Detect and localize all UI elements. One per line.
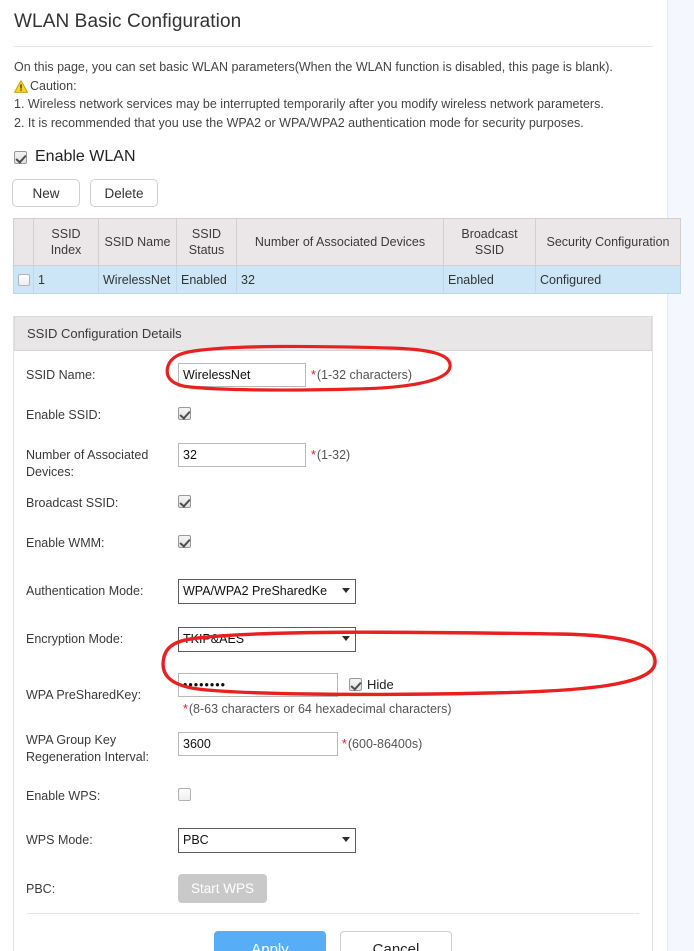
row-associated-devices: 32 bbox=[237, 266, 444, 294]
ssid-table-wrapper: SSID Index SSID Name SSID Status Number … bbox=[0, 207, 667, 294]
table-header-associated-devices: Number of Associated Devices bbox=[237, 219, 444, 266]
field-enable-wps: Enable WPS: bbox=[14, 784, 652, 814]
row-ssid-index: 1 bbox=[34, 266, 99, 294]
enable-ssid-label: Enable SSID: bbox=[26, 403, 178, 424]
enable-ssid-checkbox[interactable] bbox=[178, 407, 191, 420]
enable-wmm-label: Enable WMM: bbox=[26, 531, 178, 552]
associated-devices-required-mark: * bbox=[306, 448, 317, 462]
row-ssid-name: WirelessNet bbox=[99, 266, 177, 294]
associated-devices-label: Number of Associated Devices: bbox=[26, 443, 178, 481]
table-header-row: SSID Index SSID Name SSID Status Number … bbox=[14, 219, 681, 266]
enable-wmm-checkbox[interactable] bbox=[178, 535, 191, 548]
new-button[interactable]: New bbox=[12, 179, 80, 207]
row-select-checkbox[interactable] bbox=[18, 274, 30, 286]
page-title: WLAN Basic Configuration bbox=[0, 0, 667, 33]
details-section-title: SSID Configuration Details bbox=[14, 316, 652, 351]
ssid-name-hint-text: (1-32 characters) bbox=[317, 368, 412, 382]
field-enable-wmm: Enable WMM: bbox=[14, 531, 652, 561]
wpa-presharedkey-hint-text: (8-63 characters or 64 hexadecimal chara… bbox=[189, 702, 452, 716]
field-wps-mode: WPS Mode: PBC bbox=[14, 828, 652, 858]
intro-text-block: On this page, you can set basic WLAN par… bbox=[0, 47, 667, 132]
table-row[interactable]: 1 WirelessNet Enabled 32 Enabled Configu… bbox=[14, 266, 681, 294]
enable-wps-label: Enable WPS: bbox=[26, 784, 178, 805]
wpa-presharedkey-required-mark: * bbox=[178, 702, 189, 716]
row-ssid-status: Enabled bbox=[177, 266, 237, 294]
associated-devices-hint-text: (1-32) bbox=[317, 448, 350, 462]
caution-label: Caution: bbox=[30, 77, 77, 96]
wpa-group-key-input[interactable] bbox=[178, 732, 338, 756]
wpa-group-key-required-mark: * bbox=[338, 737, 348, 751]
row-broadcast-ssid: Enabled bbox=[444, 266, 536, 294]
table-header-ssid-index: SSID Index bbox=[34, 219, 99, 266]
ssid-name-input[interactable] bbox=[178, 363, 306, 387]
warning-triangle-icon bbox=[14, 80, 28, 93]
content-panel: WLAN Basic Configuration On this page, y… bbox=[0, 0, 668, 951]
ssid-name-hint: *(1-32 characters) bbox=[306, 363, 412, 384]
field-encryption-mode: Encryption Mode: TKIP&AES bbox=[14, 627, 652, 657]
delete-button[interactable]: Delete bbox=[90, 179, 158, 207]
associated-devices-hint: *(1-32) bbox=[306, 443, 350, 464]
encryption-mode-select[interactable]: TKIP&AES bbox=[178, 627, 356, 652]
wpa-group-key-hint: *(600-86400s) bbox=[338, 732, 422, 753]
row-security-configuration: Configured bbox=[536, 266, 681, 294]
pbc-label: PBC: bbox=[26, 874, 178, 898]
table-header-select bbox=[14, 219, 34, 266]
ssid-table: SSID Index SSID Name SSID Status Number … bbox=[13, 218, 681, 294]
action-buttons: Apply Cancel bbox=[14, 914, 652, 951]
apply-button[interactable]: Apply bbox=[214, 931, 326, 951]
wps-mode-select-wrapper[interactable]: PBC bbox=[178, 828, 356, 858]
hide-password-group[interactable]: Hide bbox=[338, 673, 394, 692]
wpa-presharedkey-hint: *(8-63 characters or 64 hexadecimal char… bbox=[178, 697, 452, 718]
wpa-group-key-hint-text: (600-86400s) bbox=[348, 737, 422, 751]
table-header-ssid-status: SSID Status bbox=[177, 219, 237, 266]
wlan-basic-configuration-page: WLAN Basic Configuration On this page, y… bbox=[0, 0, 694, 951]
enable-wps-checkbox[interactable] bbox=[178, 788, 191, 801]
field-enable-ssid: Enable SSID: bbox=[14, 403, 652, 433]
enable-wlan-checkbox[interactable] bbox=[14, 151, 27, 164]
hide-password-label: Hide bbox=[367, 677, 394, 692]
broadcast-ssid-checkbox[interactable] bbox=[178, 495, 191, 508]
field-wpa-group-key: WPA Group Key Regeneration Interval: *(6… bbox=[14, 732, 652, 766]
field-wpa-presharedkey: WPA PreSharedKey: Hide *(8-63 characters… bbox=[14, 673, 652, 718]
wpa-presharedkey-label: WPA PreSharedKey: bbox=[26, 673, 178, 704]
broadcast-ssid-label: Broadcast SSID: bbox=[26, 491, 178, 512]
ssid-configuration-details-section: SSID Configuration Details SSID Name: *(… bbox=[13, 316, 653, 951]
intro-line-3: 2. It is recommended that you use the WP… bbox=[14, 114, 653, 133]
wps-mode-select[interactable]: PBC bbox=[178, 828, 356, 853]
ssid-name-label: SSID Name: bbox=[26, 363, 178, 384]
cancel-button[interactable]: Cancel bbox=[340, 931, 452, 951]
table-toolbar: New Delete bbox=[0, 166, 667, 207]
intro-line-1: On this page, you can set basic WLAN par… bbox=[14, 58, 653, 77]
table-header-broadcast-ssid: Broadcast SSID bbox=[444, 219, 536, 266]
wps-mode-label: WPS Mode: bbox=[26, 828, 178, 849]
field-broadcast-ssid: Broadcast SSID: bbox=[14, 491, 652, 521]
associated-devices-input[interactable] bbox=[178, 443, 306, 467]
table-header-security-configuration: Security Configuration bbox=[536, 219, 681, 266]
start-wps-button[interactable]: Start WPS bbox=[178, 874, 267, 903]
caution-row: Caution: bbox=[14, 77, 653, 96]
details-form: SSID Name: *(1-32 characters) Enable SSI… bbox=[14, 351, 652, 951]
enable-wlan-row: Enable WLAN bbox=[0, 132, 667, 166]
intro-line-2: 1. Wireless network services may be inte… bbox=[14, 95, 653, 114]
encryption-mode-select-wrapper[interactable]: TKIP&AES bbox=[178, 627, 356, 657]
wpa-group-key-label: WPA Group Key Regeneration Interval: bbox=[26, 732, 178, 766]
row-select-cell[interactable] bbox=[14, 266, 34, 294]
ssid-name-required-mark: * bbox=[306, 368, 317, 382]
field-pbc: PBC: Start WPS bbox=[14, 874, 652, 904]
enable-wlan-label: Enable WLAN bbox=[35, 148, 136, 166]
field-authentication-mode: Authentication Mode: WPA/WPA2 PreSharedK… bbox=[14, 579, 652, 609]
table-header-ssid-name: SSID Name bbox=[99, 219, 177, 266]
hide-password-checkbox[interactable] bbox=[349, 678, 362, 691]
authentication-mode-select[interactable]: WPA/WPA2 PreSharedKe bbox=[178, 579, 356, 604]
field-ssid-name: SSID Name: *(1-32 characters) bbox=[14, 363, 652, 393]
wpa-presharedkey-input[interactable] bbox=[178, 673, 338, 697]
field-associated-devices: Number of Associated Devices: *(1-32) bbox=[14, 443, 652, 481]
encryption-mode-label: Encryption Mode: bbox=[26, 627, 178, 648]
authentication-mode-select-wrapper[interactable]: WPA/WPA2 PreSharedKe bbox=[178, 579, 356, 609]
authentication-mode-label: Authentication Mode: bbox=[26, 579, 178, 600]
